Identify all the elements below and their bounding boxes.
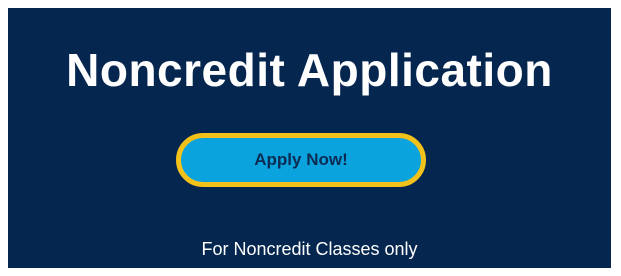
page-title: Noncredit Application (66, 44, 553, 96)
noncredit-note: For Noncredit Classes only (201, 239, 418, 259)
apply-now-button[interactable]: Apply Now! (176, 133, 426, 187)
application-banner: Noncredit Application Apply Now! For Non… (8, 8, 611, 268)
